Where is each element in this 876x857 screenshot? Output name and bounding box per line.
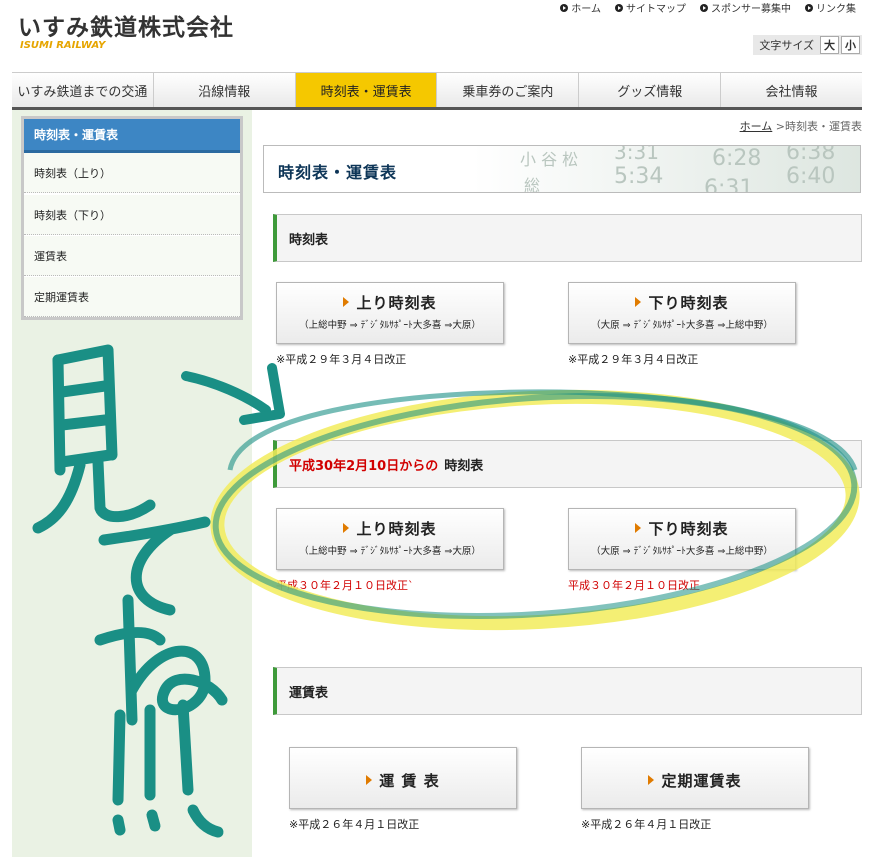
handwritten-arrow (181, 371, 271, 415)
handwritten-annotation (32, 344, 860, 838)
handwritten-glyphs (32, 344, 228, 838)
highlight-loop-outer (210, 389, 860, 631)
